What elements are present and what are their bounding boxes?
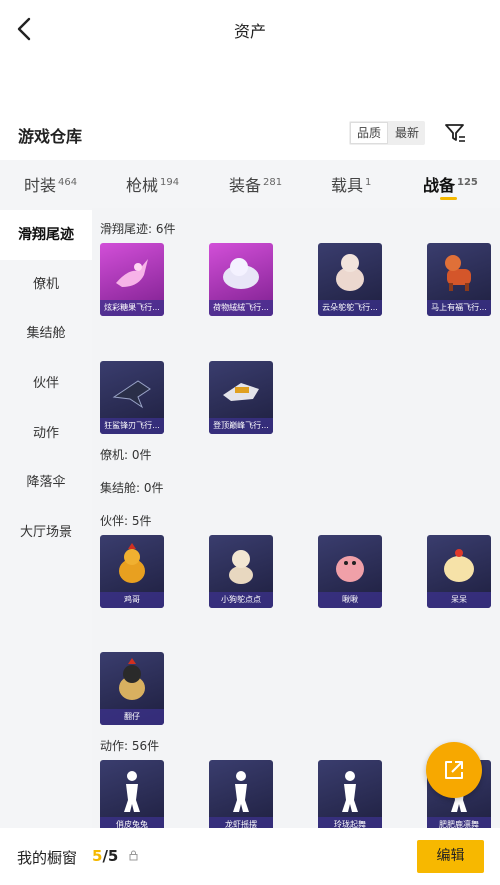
filter-icon[interactable]: [443, 121, 467, 145]
sort-toggle: 品质 最新: [349, 121, 426, 145]
duck-partner-icon: [119, 658, 145, 700]
item-card[interactable]: 啾啾: [318, 535, 382, 608]
item-card[interactable]: 云朵鸵鸵飞行...: [318, 243, 382, 316]
item-label: 狂鲨锋刃飞行...: [100, 418, 164, 434]
sidebar-item-parachute[interactable]: 降落伞: [0, 458, 92, 508]
sidebar-item-lobby-scene[interactable]: 大厅场景: [0, 508, 92, 558]
tab-vehicles[interactable]: 载具 1: [331, 172, 371, 196]
sidebar: 滑翔尾迹 僚机 集结舱 伙伴 动作 降落伞 大厅场景: [0, 208, 92, 885]
item-label: 龙虾摇摆: [209, 817, 273, 828]
showcase-total: /5: [102, 847, 119, 865]
item-label: 小狗鸵点点: [209, 592, 273, 608]
section-title-pod: 集结舱: 0件: [100, 481, 164, 495]
sort-option-quality[interactable]: 品质: [350, 122, 389, 144]
showcase-bar: 我的橱窗 5/5 编辑: [0, 828, 500, 885]
showcase-count: 5/5: [92, 847, 118, 865]
tab-equipment[interactable]: 装备 281: [229, 172, 282, 196]
item-card[interactable]: 玲珑起舞: [318, 760, 382, 828]
tab-count: 194: [160, 176, 180, 188]
category-tabs: 时装 464 枪械 194 装备 281 载具 1 战备 125: [0, 160, 500, 208]
showcase-current: 5: [92, 847, 103, 865]
tab-count: 1: [365, 176, 372, 188]
item-label: 玲珑起舞: [318, 817, 382, 828]
sidebar-item-wingman[interactable]: 僚机: [0, 260, 92, 310]
shark-trail-icon: [112, 380, 151, 409]
item-label: 翻仔: [100, 709, 164, 725]
item-label: 肥肥鹿凛舞: [427, 817, 491, 828]
page-title: 资产: [233, 22, 266, 41]
item-label: 荷物絨絨飞行...: [209, 300, 273, 316]
lock-icon: [129, 850, 138, 861]
item-label: 呆呆: [427, 592, 491, 608]
chick-partner-icon: [444, 549, 474, 582]
tab-label: 时装: [24, 176, 57, 195]
plush-trail-icon: [223, 258, 259, 289]
horse-trail-icon: [445, 255, 471, 291]
tab-weapons[interactable]: 枪械 194: [126, 172, 179, 196]
item-card[interactable]: 龙虾摇摆: [209, 760, 273, 828]
section-title-partner: 伙伴: 5件: [100, 514, 152, 528]
tab-count: 464: [58, 176, 78, 188]
puppy-partner-icon: [229, 550, 253, 584]
warehouse-title: 游戏仓库: [18, 127, 83, 146]
item-label: 云朵鸵鸵飞行...: [318, 300, 382, 316]
item-card[interactable]: 登顶巅峰飞行...: [209, 361, 273, 434]
tab-fashion[interactable]: 时装 464: [24, 172, 77, 196]
sidebar-item-partner[interactable]: 伙伴: [0, 359, 92, 409]
item-card[interactable]: 鸡哥: [100, 535, 164, 608]
showcase-label: 我的橱窗: [17, 849, 78, 867]
tab-label: 装备: [229, 176, 262, 195]
dance-action-icon: [124, 771, 140, 812]
dance-action-icon: [233, 771, 249, 812]
sort-option-latest[interactable]: 最新: [389, 121, 425, 145]
section-title-action: 动作: 56件: [100, 739, 160, 753]
item-grid: 滑翔尾迹: 6件 炫彩糖果飞行... 荷物絨絨飞行... 云朵鸵鸵飞行... 马…: [92, 208, 500, 828]
item-card[interactable]: 俏皮兔兔: [100, 760, 164, 828]
item-card[interactable]: 呆呆: [427, 535, 491, 608]
tab-combat-prep[interactable]: 战备 125: [423, 172, 478, 196]
tab-label: 战备: [423, 176, 456, 195]
tab-count: 281: [263, 176, 283, 188]
share-button[interactable]: [426, 742, 482, 798]
share-icon: [445, 761, 463, 779]
candy-trail-icon: [116, 259, 148, 287]
item-label: 鸡哥: [100, 592, 164, 608]
edit-button[interactable]: 编辑: [417, 840, 484, 873]
item-card[interactable]: 狂鲨锋刃飞行...: [100, 361, 164, 434]
item-card[interactable]: 炫彩糖果飞行...: [100, 243, 164, 316]
item-label: 俏皮兔兔: [100, 817, 164, 828]
section-title-glide: 滑翔尾迹: 6件: [100, 222, 176, 236]
sidebar-item-action[interactable]: 动作: [0, 409, 92, 459]
item-card[interactable]: 小狗鸵点点: [209, 535, 273, 608]
tab-label: 枪械: [126, 176, 159, 195]
summit-trail-icon: [223, 383, 259, 401]
bird-partner-icon: [336, 556, 364, 582]
dance-action-icon: [342, 771, 358, 812]
item-card[interactable]: 马上有福飞行...: [427, 243, 491, 316]
item-card[interactable]: 荷物絨絨飞行...: [209, 243, 273, 316]
top-bar: 资产: [0, 0, 500, 60]
alpaca-trail-icon: [336, 254, 364, 291]
section-title-wingman: 僚机: 0件: [100, 448, 152, 462]
tab-count: 125: [457, 176, 478, 188]
item-card[interactable]: 翻仔: [100, 652, 164, 725]
item-label: 啾啾: [318, 592, 382, 608]
active-tab-indicator: [440, 197, 457, 200]
sidebar-item-glide-trail[interactable]: 滑翔尾迹: [0, 210, 92, 260]
item-label: 炫彩糖果飞行...: [100, 300, 164, 316]
item-label: 马上有福飞行...: [427, 300, 491, 316]
chicken-partner-icon: [119, 543, 145, 583]
item-label: 登顶巅峰飞行...: [209, 418, 273, 434]
tab-label: 载具: [331, 176, 364, 195]
sidebar-item-pod[interactable]: 集结舱: [0, 309, 92, 359]
